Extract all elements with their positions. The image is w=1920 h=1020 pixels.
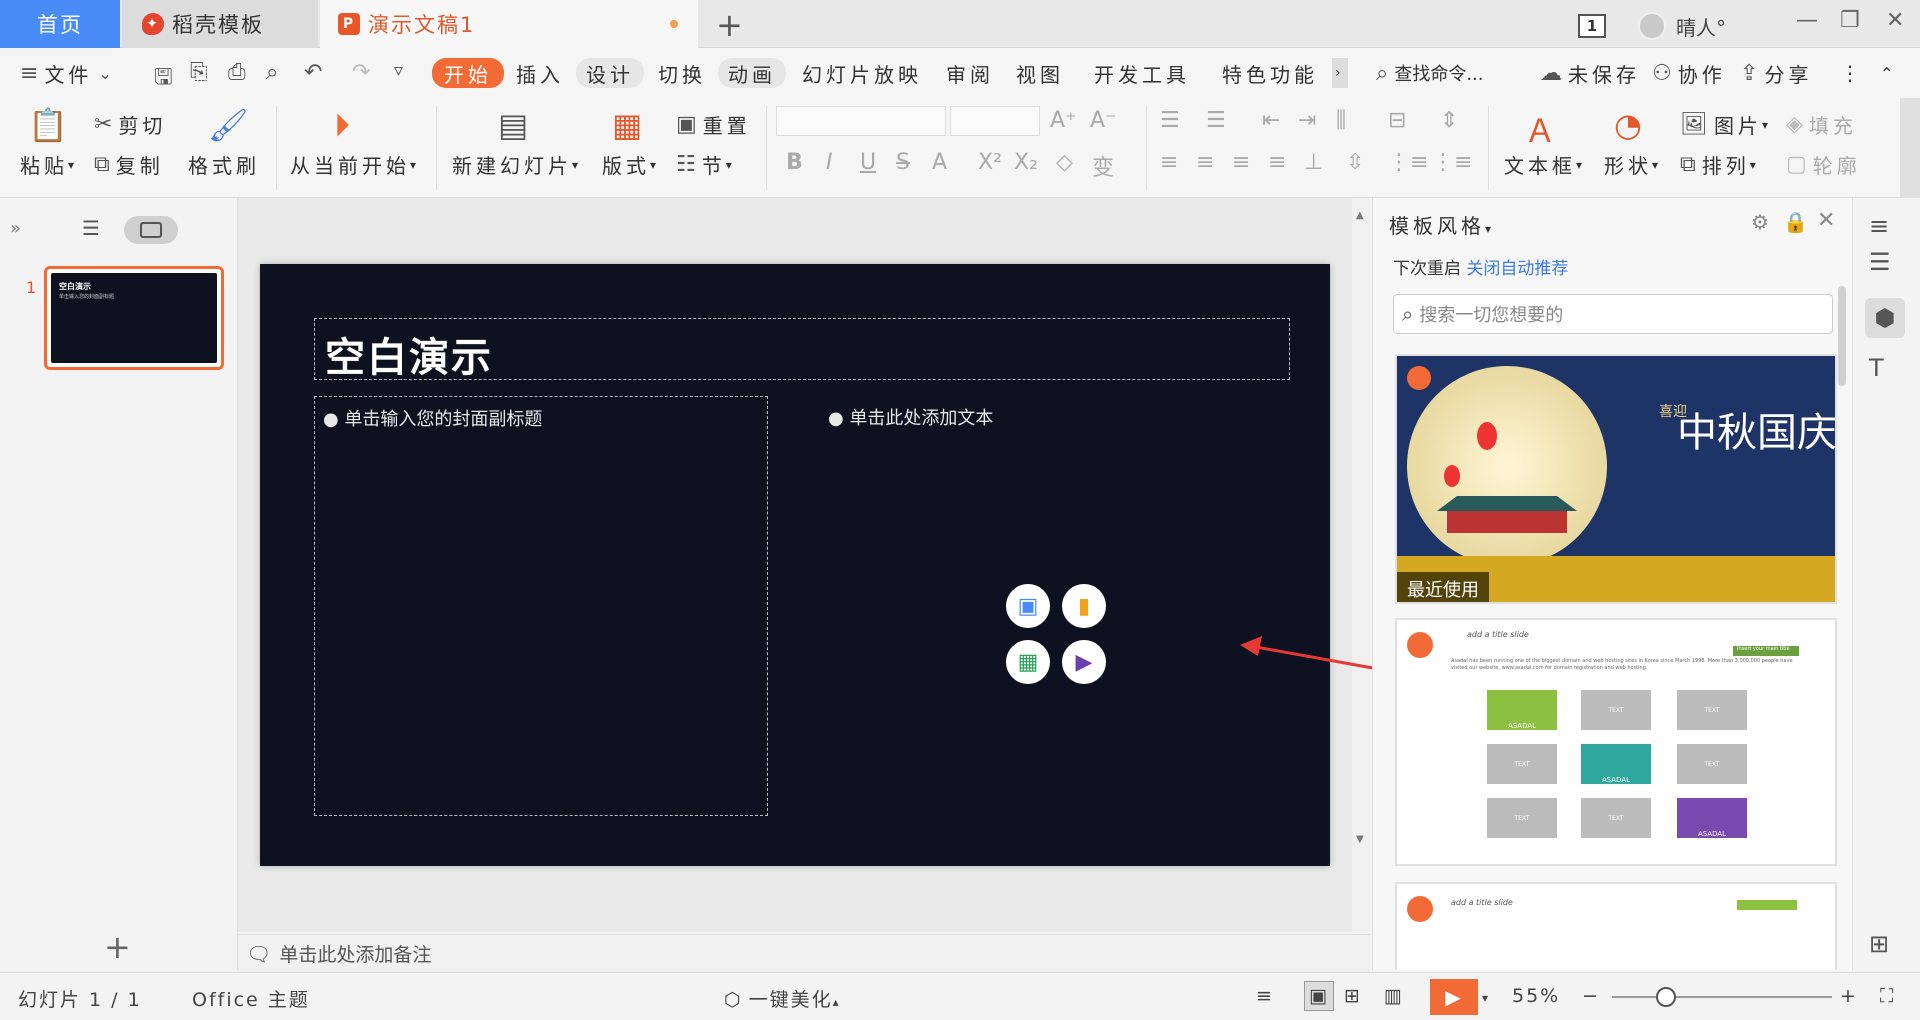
zoom-out-icon[interactable]: −: [1582, 985, 1600, 1007]
tpl2-box-green: ASADAL: [1487, 690, 1557, 730]
festival-template-preview: 中秋国庆 喜迎: [1397, 356, 1837, 602]
pavilion-roof-shape: [1437, 496, 1577, 511]
tpl2-heading: add a title slide: [1467, 630, 1529, 639]
template-card-festival[interactable]: 中秋国庆 喜迎 最近使用: [1395, 354, 1837, 604]
property-settings-icon[interactable]: ☰: [1869, 248, 1891, 276]
panel-title-dropdown[interactable]: 模板风格▾: [1389, 210, 1495, 239]
panel-menu-icon[interactable]: ≡: [1869, 212, 1889, 240]
slide-sorter-view-icon[interactable]: ⊞: [1344, 985, 1362, 1007]
fit-window-icon[interactable]: ⛶: [1880, 985, 1895, 1007]
moon-shape: [1407, 366, 1607, 566]
tpl2-box-grey: TEXT: [1487, 798, 1557, 838]
search-icon: ⌕: [1402, 302, 1414, 326]
close-auto-recommend-link[interactable]: 关闭自动推荐: [1466, 259, 1568, 279]
zoom-slider-track[interactable]: [1612, 996, 1832, 998]
auto-recommend-hint: 下次重启 关闭自动推荐: [1393, 254, 1568, 279]
docer-badge-icon: [1407, 632, 1433, 658]
template-style-icon[interactable]: ⬢: [1865, 298, 1905, 338]
pavilion-shape: [1447, 511, 1567, 533]
status-bar: 幻灯片 1 / 1 Office 主题 ⬡ 一键美化▴ ≡ ▣ ⊞ ▥ ▶ ▾ 5…: [0, 972, 1920, 1020]
tpl2-box-grey: TEXT: [1487, 744, 1557, 784]
one-click-beautify[interactable]: ⬡ 一键美化▴: [724, 985, 841, 1012]
template-style-panel: 模板风格▾ ⚙ 🔒 ✕ 下次重启 关闭自动推荐 ⌕ 搜索一切您想要的 中秋国庆: [1372, 198, 1852, 970]
annotation-arrow-head: [1240, 636, 1262, 656]
reading-view-icon[interactable]: ▥: [1384, 985, 1404, 1007]
festival-template-subtitle: 喜迎: [1659, 404, 1687, 420]
cube-icon: ⬡: [724, 989, 743, 1011]
tpl3-banner: [1737, 900, 1797, 910]
normal-view-icon[interactable]: ▣: [1304, 981, 1334, 1011]
caret-down-icon: ▾: [1485, 222, 1496, 236]
template-search-input[interactable]: ⌕ 搜索一切您想要的: [1393, 294, 1833, 334]
slide-position: 幻灯片 1 / 1: [18, 989, 142, 1011]
tpl2-body-text: Asadal has been running one of the bigge…: [1451, 658, 1793, 671]
notes-toggle-icon[interactable]: ≡: [1256, 985, 1274, 1007]
tpl2-box-grey: TEXT: [1677, 744, 1747, 784]
lantern-shape: [1477, 422, 1497, 450]
panel-close-icon[interactable]: ✕: [1817, 208, 1835, 233]
festival-template-title: 中秋国庆: [1677, 410, 1837, 456]
tpl3-heading: add a title slide: [1451, 898, 1513, 907]
docer-badge-icon: [1407, 366, 1431, 390]
slideshow-play-button[interactable]: ▶: [1430, 979, 1478, 1015]
apps-grid-icon[interactable]: ⊞: [1869, 930, 1889, 958]
side-tool-strip: ≡ ☰ ⬢ T ⊞: [1852, 198, 1920, 970]
panel-title: 模板风格: [1389, 214, 1485, 238]
panel-settings-icon[interactable]: ⚙: [1751, 210, 1769, 234]
tpl2-box-purple: ASADAL: [1677, 798, 1747, 838]
tpl2-box-grey: TEXT: [1581, 690, 1651, 730]
tpl2-banner: Insert your main title: [1733, 646, 1799, 656]
hint-prefix: 下次重启: [1393, 259, 1461, 279]
zoom-level[interactable]: 55%: [1512, 985, 1560, 1007]
tpl2-box-grey: TEXT: [1581, 798, 1651, 838]
zoom-in-icon[interactable]: +: [1840, 985, 1858, 1007]
caret-down-icon[interactable]: ▾: [1482, 991, 1490, 1005]
theme-name[interactable]: Office 主题: [192, 985, 310, 1012]
text-tool-icon[interactable]: T: [1869, 354, 1884, 382]
template-card-flowchart[interactable]: add a title slide Insert your main title…: [1395, 618, 1837, 866]
beautify-label: 一键美化: [748, 989, 833, 1011]
panel-scrollbar[interactable]: [1838, 286, 1846, 386]
caret-up-icon: ▴: [832, 995, 841, 1009]
template-card-3[interactable]: add a title slide: [1395, 882, 1837, 970]
lantern-shape: [1444, 465, 1460, 487]
docer-badge-icon: [1407, 896, 1433, 922]
panel-lock-icon[interactable]: 🔒: [1783, 210, 1808, 234]
template-search-placeholder: 搜索一切您想要的: [1419, 305, 1564, 326]
tpl2-box-teal: ASADAL: [1581, 744, 1651, 784]
recent-used-label: 最近使用: [1397, 572, 1489, 602]
zoom-slider-thumb[interactable]: [1656, 987, 1676, 1007]
tpl2-box-grey: TEXT: [1677, 690, 1747, 730]
